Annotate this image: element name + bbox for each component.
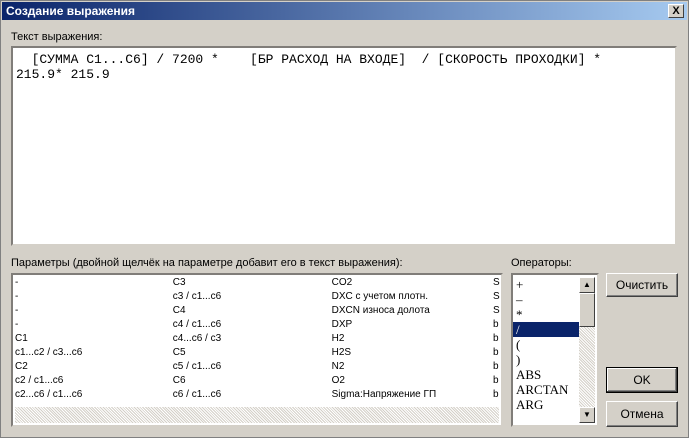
- param-cell[interactable]: C3: [171, 275, 330, 289]
- param-cell[interactable]: Sigma:Напряжение ГП: [330, 387, 491, 401]
- clear-button[interactable]: Очистить: [606, 273, 678, 297]
- operator-item[interactable]: ABS: [513, 367, 581, 382]
- param-cell[interactable]: -: [13, 303, 171, 317]
- param-row[interactable]: - C3 CO2 S: [13, 275, 501, 289]
- param-cell[interactable]: c1...c2 / c3...c6: [13, 345, 171, 359]
- param-cell[interactable]: DXC с учетом плотн.: [330, 289, 491, 303]
- param-cell[interactable]: CO2: [330, 275, 491, 289]
- param-cell[interactable]: O2: [330, 373, 491, 387]
- param-row[interactable]: c2 / c1...c6 C6 O2 b: [13, 373, 501, 387]
- operator-item[interactable]: ARCTAN: [513, 382, 581, 397]
- cancel-button[interactable]: Отмена: [606, 401, 678, 427]
- operators-label: Операторы:: [511, 257, 572, 269]
- param-row[interactable]: c1...c2 / c3...c6 C5 H2S b: [13, 345, 501, 359]
- param-row[interactable]: c2...c6 / c1...c6 c6 / c1...c6 Sigma:Напря…: [13, 387, 501, 401]
- param-cell[interactable]: b: [491, 317, 501, 331]
- params-table: - C3 CO2 S - c3 / c1...c6 DXC с учетом плотн. S…: [13, 275, 501, 401]
- param-cell[interactable]: C4: [171, 303, 330, 317]
- operator-item[interactable]: ARG: [513, 397, 581, 412]
- param-cell[interactable]: c6 / c1...c6: [171, 387, 330, 401]
- operator-item[interactable]: (: [513, 337, 581, 352]
- operator-item[interactable]: ): [513, 352, 581, 367]
- param-cell[interactable]: -: [13, 289, 171, 303]
- scroll-down-arrow-icon[interactable]: ▼: [579, 407, 595, 423]
- params-horizontal-scrollbar[interactable]: [15, 407, 499, 423]
- param-cell[interactable]: c2 / c1...c6: [13, 373, 171, 387]
- param-cell[interactable]: b: [491, 345, 501, 359]
- param-cell[interactable]: C6: [171, 373, 330, 387]
- params-list[interactable]: - C3 CO2 S - c3 / c1...c6 DXC с учетом плотн. S…: [11, 273, 503, 427]
- param-cell[interactable]: C2: [13, 359, 171, 373]
- param-cell[interactable]: H2: [330, 331, 491, 345]
- param-row[interactable]: - c3 / c1...c6 DXC с учетом плотн. S: [13, 289, 501, 303]
- scroll-thumb[interactable]: [579, 293, 595, 327]
- param-cell[interactable]: S: [491, 303, 501, 317]
- param-cell[interactable]: b: [491, 387, 501, 401]
- expression-label: Текст выражения:: [11, 31, 103, 43]
- close-button[interactable]: X: [668, 4, 684, 18]
- scroll-up-arrow-icon[interactable]: ▲: [579, 277, 595, 293]
- operator-item[interactable]: +: [513, 277, 581, 292]
- param-cell[interactable]: S: [491, 289, 501, 303]
- operators-vertical-scrollbar[interactable]: ▲ ▼: [579, 277, 595, 423]
- param-row[interactable]: C2 c5 / c1...c6 N2 b: [13, 359, 501, 373]
- param-cell[interactable]: -: [13, 275, 171, 289]
- param-cell[interactable]: c5 / c1...c6: [171, 359, 330, 373]
- param-cell[interactable]: C1: [13, 331, 171, 345]
- param-cell[interactable]: C5: [171, 345, 330, 359]
- param-cell[interactable]: -: [13, 317, 171, 331]
- param-cell[interactable]: H2S: [330, 345, 491, 359]
- param-row[interactable]: C1 c4...c6 / c3 H2 b: [13, 331, 501, 345]
- param-cell[interactable]: c4 / c1...c6: [171, 317, 330, 331]
- operator-item[interactable]: *: [513, 307, 581, 322]
- param-row[interactable]: - C4 DXCN износа долота S: [13, 303, 501, 317]
- param-row[interactable]: - c4 / c1...c6 DXP b: [13, 317, 501, 331]
- param-cell[interactable]: b: [491, 373, 501, 387]
- param-cell[interactable]: c2...c6 / c1...c6: [13, 387, 171, 401]
- param-cell[interactable]: b: [491, 331, 501, 345]
- operator-item[interactable]: /: [513, 322, 581, 337]
- operators-list[interactable]: + – * /() ABS ARCTAN ARG ▲ ▼: [511, 273, 599, 427]
- expression-dialog: Создание выражения X Текст выражения: [С…: [0, 0, 689, 438]
- ok-button[interactable]: OK: [606, 367, 678, 393]
- param-cell[interactable]: DXCN износа долота: [330, 303, 491, 317]
- param-cell[interactable]: c3 / c1...c6: [171, 289, 330, 303]
- param-cell[interactable]: b: [491, 359, 501, 373]
- param-cell[interactable]: c4...c6 / c3: [171, 331, 330, 345]
- param-cell[interactable]: N2: [330, 359, 491, 373]
- expression-textarea[interactable]: [СУММА С1...С6] / 7200 * [БР РАСХОД НА В…: [11, 46, 677, 246]
- params-label: Параметры (двойной щелчёк на параметре д…: [11, 257, 403, 269]
- param-cell[interactable]: DXP: [330, 317, 491, 331]
- param-cell[interactable]: S: [491, 275, 501, 289]
- window-title: Создание выражения: [6, 4, 136, 18]
- title-bar: Создание выражения X: [2, 2, 687, 20]
- operator-item[interactable]: –: [513, 292, 581, 307]
